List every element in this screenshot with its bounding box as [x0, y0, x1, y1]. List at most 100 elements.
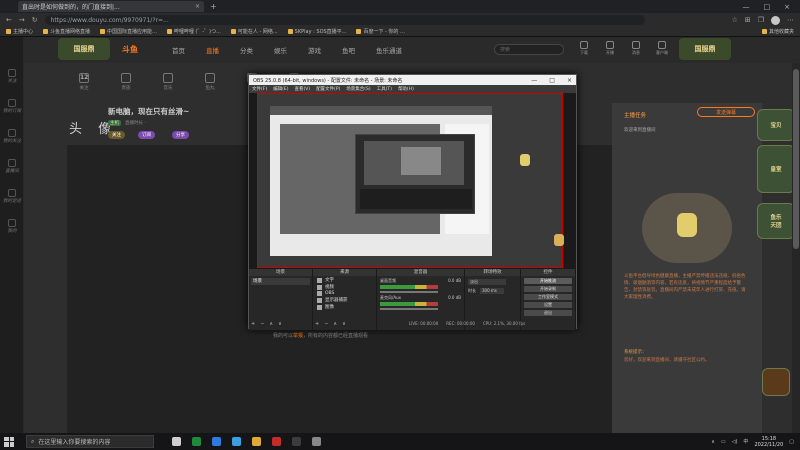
room-icon-music[interactable]: 音乐	[158, 73, 178, 91]
browser-tab[interactable]: 直出时是如何做到的，的门直接到|... ×	[18, 1, 204, 12]
scene-down-button[interactable]: ∨	[278, 321, 282, 327]
extensions-icon[interactable]: ⊞	[745, 16, 751, 25]
category-tag[interactable]: 主机	[108, 120, 121, 126]
broadcast-icon[interactable]: 开播	[602, 41, 618, 56]
notification-icon[interactable]: ▢	[789, 439, 794, 445]
app-icon-app[interactable]	[292, 437, 301, 446]
floating-badge[interactable]	[762, 368, 790, 396]
menu-view[interactable]: 查看(V)	[294, 86, 310, 92]
menu-tools[interactable]: 工具(T)	[377, 86, 392, 92]
other-bookmarks[interactable]: 其他收藏夹	[761, 28, 794, 35]
nav-category[interactable]: 分类	[240, 45, 253, 55]
bookmark-item[interactable]: 哔哩哔哩 (゜-゜)つ...	[166, 28, 221, 35]
menu-file[interactable]: 文件(F)	[252, 86, 267, 92]
obs-maximize-button[interactable]: □	[549, 77, 555, 84]
duration-input[interactable]: 300 ms	[480, 288, 504, 294]
source-item[interactable]: 图像	[317, 304, 372, 310]
taskbar-search-input[interactable]: ⌕ 在这里输入你要搜索的内容	[26, 435, 154, 448]
obs-title-bar[interactable]: OBS 25.0.8 (64-bit, windows) - 配置文件: 未命名…	[249, 75, 576, 85]
obs-minimize-button[interactable]: —	[531, 77, 537, 84]
sidebar-item[interactable]: 我的订阅	[0, 99, 24, 114]
brand-banner-left[interactable]: 国服鼎	[58, 38, 110, 60]
minimize-button[interactable]: —	[743, 3, 750, 11]
add-scene-button[interactable]: +	[251, 321, 255, 327]
source-down-button[interactable]: ∨	[342, 321, 346, 327]
tab-close-icon[interactable]: ×	[195, 3, 200, 10]
profile-avatar[interactable]	[771, 15, 780, 25]
add-source-button[interactable]: +	[315, 321, 319, 327]
start-button[interactable]	[4, 436, 14, 447]
app-icon-edge[interactable]	[212, 437, 221, 446]
source-item[interactable]: 显示器捕获	[317, 297, 372, 303]
menu-scene-collection[interactable]: 场景集合(S)	[346, 86, 370, 92]
reload-button[interactable]: ↻	[32, 16, 38, 24]
forward-button[interactable]: →	[19, 16, 25, 24]
source-item[interactable]: 文字	[317, 277, 372, 283]
exit-button[interactable]: 退出	[524, 310, 572, 316]
app-icon-files[interactable]	[252, 437, 261, 446]
settings-button[interactable]: 设置	[524, 302, 572, 308]
source-item[interactable]: 视频	[317, 284, 372, 290]
sidebar-item[interactable]: 我的足迹	[0, 189, 24, 204]
sidebar-item[interactable]: 我的	[0, 219, 24, 234]
clock[interactable]: 15:18 2022/11/20	[754, 436, 783, 448]
menu-help[interactable]: 帮助(H)	[398, 86, 414, 92]
badge-music-team[interactable]: 鱼乐 天团	[757, 203, 795, 239]
nav-yuba[interactable]: 鱼吧	[342, 45, 355, 55]
nav-home[interactable]: 首页	[172, 45, 185, 55]
page-scrollbar[interactable]	[792, 63, 800, 433]
bookmark-item[interactable]: 主播中心	[6, 28, 33, 35]
bookmark-item[interactable]: 百度一下 - 你的 ...	[356, 28, 405, 35]
sidebar-item[interactable]: 直播间	[0, 159, 24, 174]
sidebar-item[interactable]: 我的关注	[0, 129, 24, 144]
obs-preview[interactable]	[249, 93, 576, 269]
more-icon[interactable]: ⋯	[787, 16, 794, 25]
volume-fader[interactable]	[380, 308, 438, 310]
sidebar-item[interactable]: 关注	[0, 69, 24, 84]
send-danmaku-button[interactable]: 发送弹幕	[697, 107, 755, 117]
bookmark-item[interactable]: 斗鱼直播网络直播	[43, 28, 90, 35]
tray-up-arrow-icon[interactable]: ∧	[711, 439, 715, 445]
brand-banner-right[interactable]: 国服鼎	[679, 38, 731, 60]
maximize-button[interactable]: □	[764, 3, 771, 11]
app-icon-obs[interactable]	[312, 437, 321, 446]
app-icon-browser[interactable]	[232, 437, 241, 446]
report-link[interactable]: 举报	[293, 333, 303, 339]
nav-games[interactable]: 游戏	[308, 45, 321, 55]
follow-pill[interactable]: 关注	[108, 131, 125, 139]
site-search-input[interactable]: 搜索	[494, 44, 564, 55]
remove-source-button[interactable]: −	[324, 321, 328, 327]
download-icon[interactable]: 下载	[576, 41, 592, 56]
badge-treasure[interactable]: 宝贝	[757, 109, 795, 141]
task-header[interactable]: 主播任务	[624, 111, 646, 119]
source-up-button[interactable]: ∧	[333, 321, 337, 327]
subscribe-pill[interactable]: 订阅	[138, 131, 155, 139]
share-pill[interactable]: 分享	[172, 131, 189, 139]
room-icon-fishball[interactable]: 鱼丸	[200, 73, 220, 91]
network-icon[interactable]: ▭	[721, 439, 726, 445]
scene-item[interactable]: 场景	[251, 278, 310, 285]
nav-music[interactable]: 鱼乐通道	[376, 45, 402, 55]
remove-scene-button[interactable]: −	[260, 321, 264, 327]
message-icon[interactable]: 消息	[628, 41, 644, 56]
transition-select[interactable]: 淡出	[468, 279, 506, 285]
volume-fader[interactable]	[380, 291, 438, 293]
douyu-logo[interactable]: 斗鱼	[122, 44, 138, 55]
bookmark-item[interactable]: SKPlay : SOS直播平...	[287, 28, 346, 35]
collections-icon[interactable]: ❐	[758, 16, 764, 25]
new-tab-button[interactable]: +	[210, 2, 217, 11]
input-language[interactable]: 中	[743, 438, 748, 445]
source-item[interactable]: OBS	[317, 291, 372, 296]
star-icon[interactable]: ☆	[732, 16, 738, 25]
room-icon-noble[interactable]: 贵族	[116, 73, 136, 91]
start-recording-button[interactable]: 开始录制	[524, 286, 572, 292]
bookmark-item[interactable]: 中国国际直播应用能...	[100, 28, 157, 35]
client-icon[interactable]: 客户端	[654, 41, 670, 56]
back-button[interactable]: ←	[6, 16, 12, 24]
obs-close-button[interactable]: ×	[567, 77, 572, 84]
menu-profile[interactable]: 配置文件(P)	[316, 86, 340, 92]
close-button[interactable]: ×	[784, 3, 790, 11]
nav-live[interactable]: 直播	[206, 45, 219, 55]
menu-edit[interactable]: 编辑(E)	[273, 86, 288, 92]
start-streaming-button[interactable]: 开始推流	[524, 278, 572, 284]
